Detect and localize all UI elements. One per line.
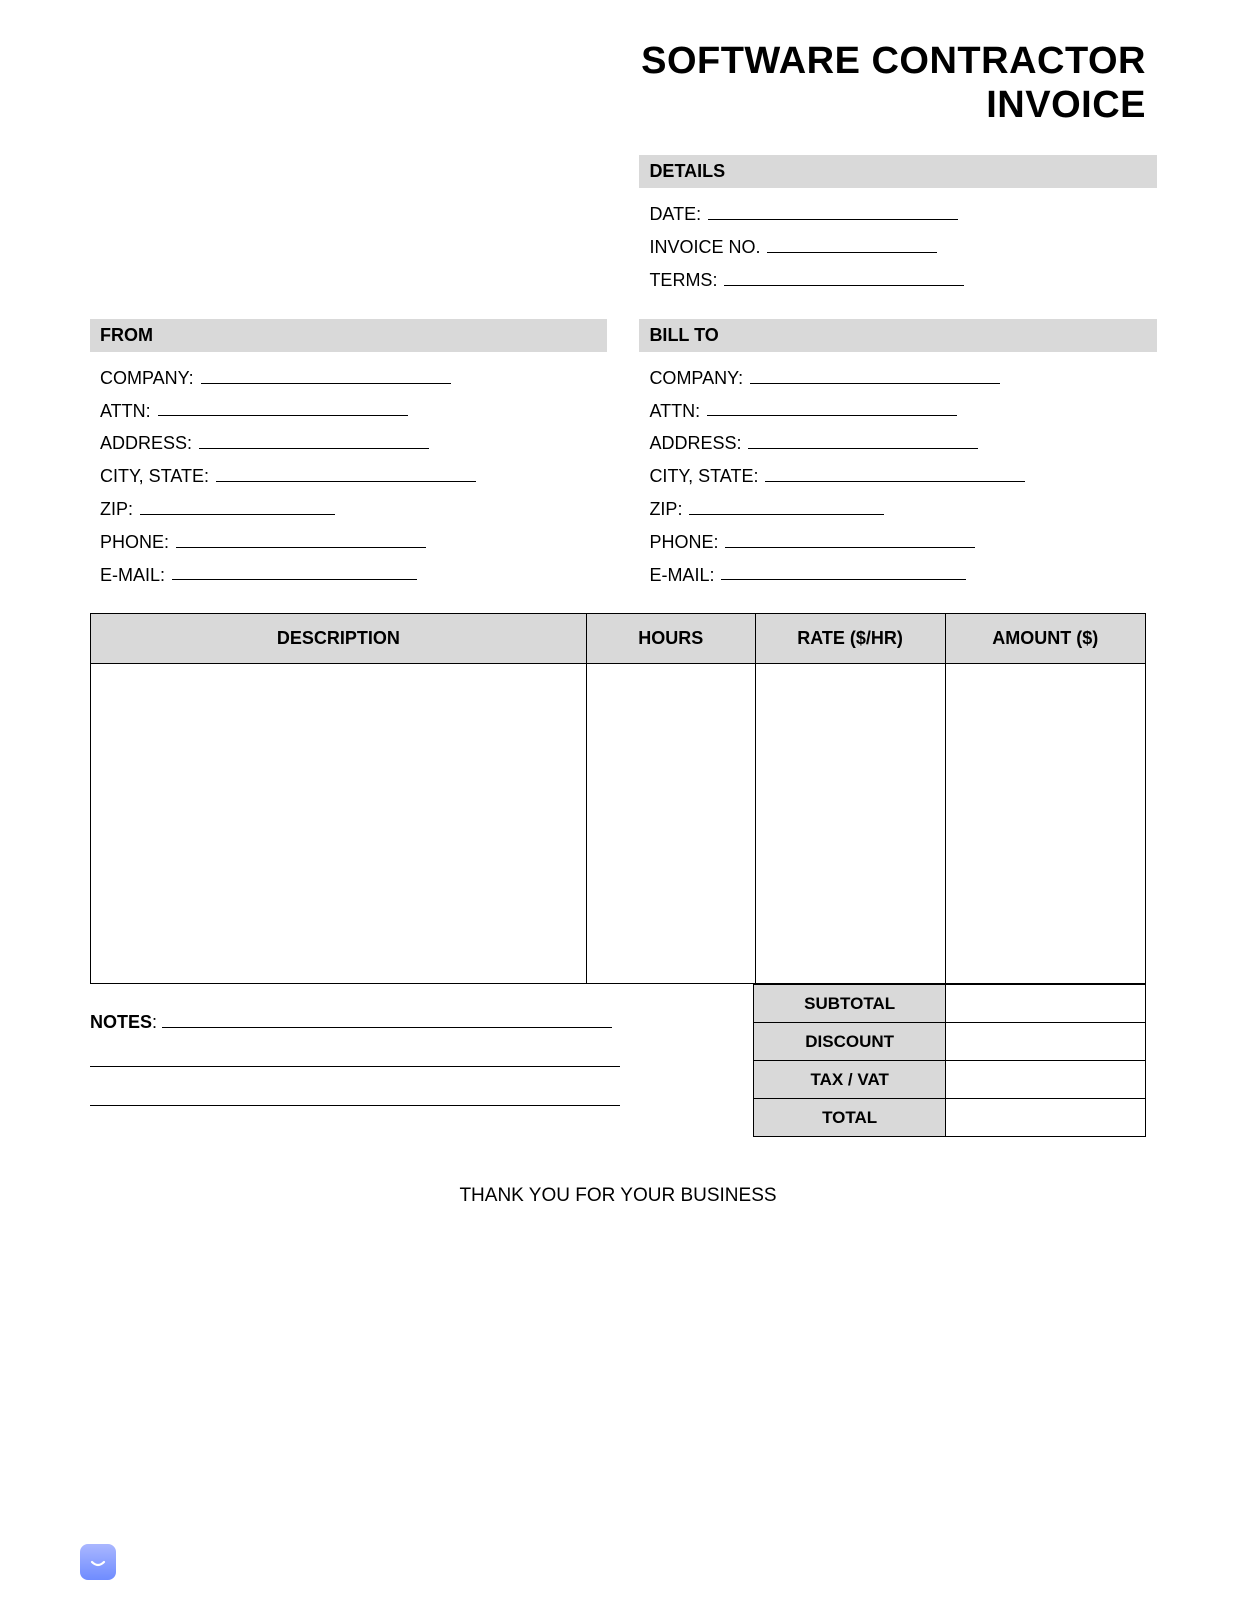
from-company-row: COMPANY:	[90, 360, 607, 393]
cell-amount[interactable]	[945, 664, 1145, 984]
terms-field[interactable]	[724, 266, 964, 286]
col-description-header: DESCRIPTION	[91, 614, 587, 664]
notes-field-2[interactable]	[90, 1047, 620, 1067]
col-amount-header: AMOUNT ($)	[945, 614, 1145, 664]
bill-to-section: BILL TO COMPANY: ATTN: ADDRESS: CITY, ST…	[639, 319, 1156, 590]
discount-value[interactable]	[946, 1023, 1146, 1061]
total-value[interactable]	[946, 1099, 1146, 1137]
subtotal-value[interactable]	[946, 985, 1146, 1023]
title-line-1: SOFTWARE CONTRACTOR	[90, 40, 1146, 84]
from-city-state-row: CITY, STATE:	[90, 458, 607, 491]
billto-phone-field[interactable]	[725, 528, 975, 548]
billto-attn-field[interactable]	[707, 397, 957, 417]
notes-section: NOTES:	[90, 984, 753, 1137]
terms-label: TERMS:	[649, 270, 717, 290]
from-phone-label: PHONE:	[100, 532, 169, 552]
line-items-table: DESCRIPTION HOURS RATE ($/HR) AMOUNT ($)	[90, 613, 1146, 984]
bill-to-header: BILL TO	[639, 319, 1156, 352]
billto-company-row: COMPANY:	[639, 360, 1156, 393]
from-phone-row: PHONE:	[90, 524, 607, 557]
from-attn-field[interactable]	[158, 397, 408, 417]
from-city-state-label: CITY, STATE:	[100, 466, 209, 486]
from-zip-field[interactable]	[140, 495, 335, 515]
cell-description[interactable]	[91, 664, 587, 984]
details-date-row: DATE:	[639, 196, 1156, 229]
from-email-field[interactable]	[172, 561, 417, 581]
billto-phone-row: PHONE:	[639, 524, 1156, 557]
from-company-label: COMPANY:	[100, 368, 194, 388]
billto-phone-label: PHONE:	[649, 532, 718, 552]
total-label: TOTAL	[754, 1099, 946, 1137]
from-city-state-field[interactable]	[216, 462, 476, 482]
invoice-no-field[interactable]	[767, 233, 937, 253]
from-company-field[interactable]	[201, 364, 451, 384]
notes-label: NOTES	[90, 1012, 152, 1032]
from-email-label: E-MAIL:	[100, 564, 165, 584]
from-zip-label: ZIP:	[100, 499, 133, 519]
table-row	[91, 664, 1146, 984]
notes-field-3[interactable]	[90, 1086, 620, 1106]
billto-city-state-field[interactable]	[765, 462, 1025, 482]
from-header: FROM	[90, 319, 607, 352]
title-line-2: INVOICE	[90, 84, 1146, 128]
billto-address-row: ADDRESS:	[639, 425, 1156, 458]
from-attn-label: ATTN:	[100, 400, 151, 420]
billto-city-state-label: CITY, STATE:	[649, 466, 758, 486]
billto-city-state-row: CITY, STATE:	[639, 458, 1156, 491]
invoice-no-label: INVOICE NO.	[649, 237, 760, 257]
notes-field-1[interactable]	[162, 1008, 612, 1028]
details-header: DETAILS	[639, 155, 1156, 188]
from-section: FROM COMPANY: ATTN: ADDRESS: CITY, STATE…	[90, 319, 607, 590]
col-hours-header: HOURS	[586, 614, 755, 664]
from-address-field[interactable]	[199, 429, 429, 449]
billto-email-field[interactable]	[721, 561, 966, 581]
from-attn-row: ATTN:	[90, 393, 607, 426]
billto-company-label: COMPANY:	[649, 368, 743, 388]
cell-hours[interactable]	[586, 664, 755, 984]
from-email-row: E-MAIL:	[90, 557, 607, 590]
document-title: SOFTWARE CONTRACTOR INVOICE	[90, 40, 1146, 127]
billto-address-label: ADDRESS:	[649, 433, 741, 453]
billto-zip-label: ZIP:	[649, 499, 682, 519]
discount-label: DISCOUNT	[754, 1023, 946, 1061]
billto-zip-row: ZIP:	[639, 491, 1156, 524]
billto-company-field[interactable]	[750, 364, 1000, 384]
from-address-label: ADDRESS:	[100, 433, 192, 453]
app-badge-icon	[80, 1544, 116, 1580]
tax-vat-label: TAX / VAT	[754, 1061, 946, 1099]
cell-rate[interactable]	[755, 664, 945, 984]
from-phone-field[interactable]	[176, 528, 426, 548]
from-address-row: ADDRESS:	[90, 425, 607, 458]
billto-email-label: E-MAIL:	[649, 564, 714, 584]
col-rate-header: RATE ($/HR)	[755, 614, 945, 664]
billto-zip-field[interactable]	[689, 495, 884, 515]
totals-table: SUBTOTAL DISCOUNT TAX / VAT TOTAL	[753, 984, 1146, 1137]
date-field[interactable]	[708, 200, 958, 220]
details-terms-row: TERMS:	[639, 262, 1156, 295]
details-section: DETAILS DATE: INVOICE NO. TERMS:	[639, 155, 1156, 294]
billto-email-row: E-MAIL:	[639, 557, 1156, 590]
notes-colon: :	[152, 1012, 157, 1032]
subtotal-label: SUBTOTAL	[754, 985, 946, 1023]
billto-attn-row: ATTN:	[639, 393, 1156, 426]
billto-address-field[interactable]	[748, 429, 978, 449]
tax-vat-value[interactable]	[946, 1061, 1146, 1099]
thank-you-text: THANK YOU FOR YOUR BUSINESS	[90, 1185, 1146, 1207]
details-invoice-row: INVOICE NO.	[639, 229, 1156, 262]
date-label: DATE:	[649, 204, 701, 224]
from-zip-row: ZIP:	[90, 491, 607, 524]
billto-attn-label: ATTN:	[649, 400, 700, 420]
